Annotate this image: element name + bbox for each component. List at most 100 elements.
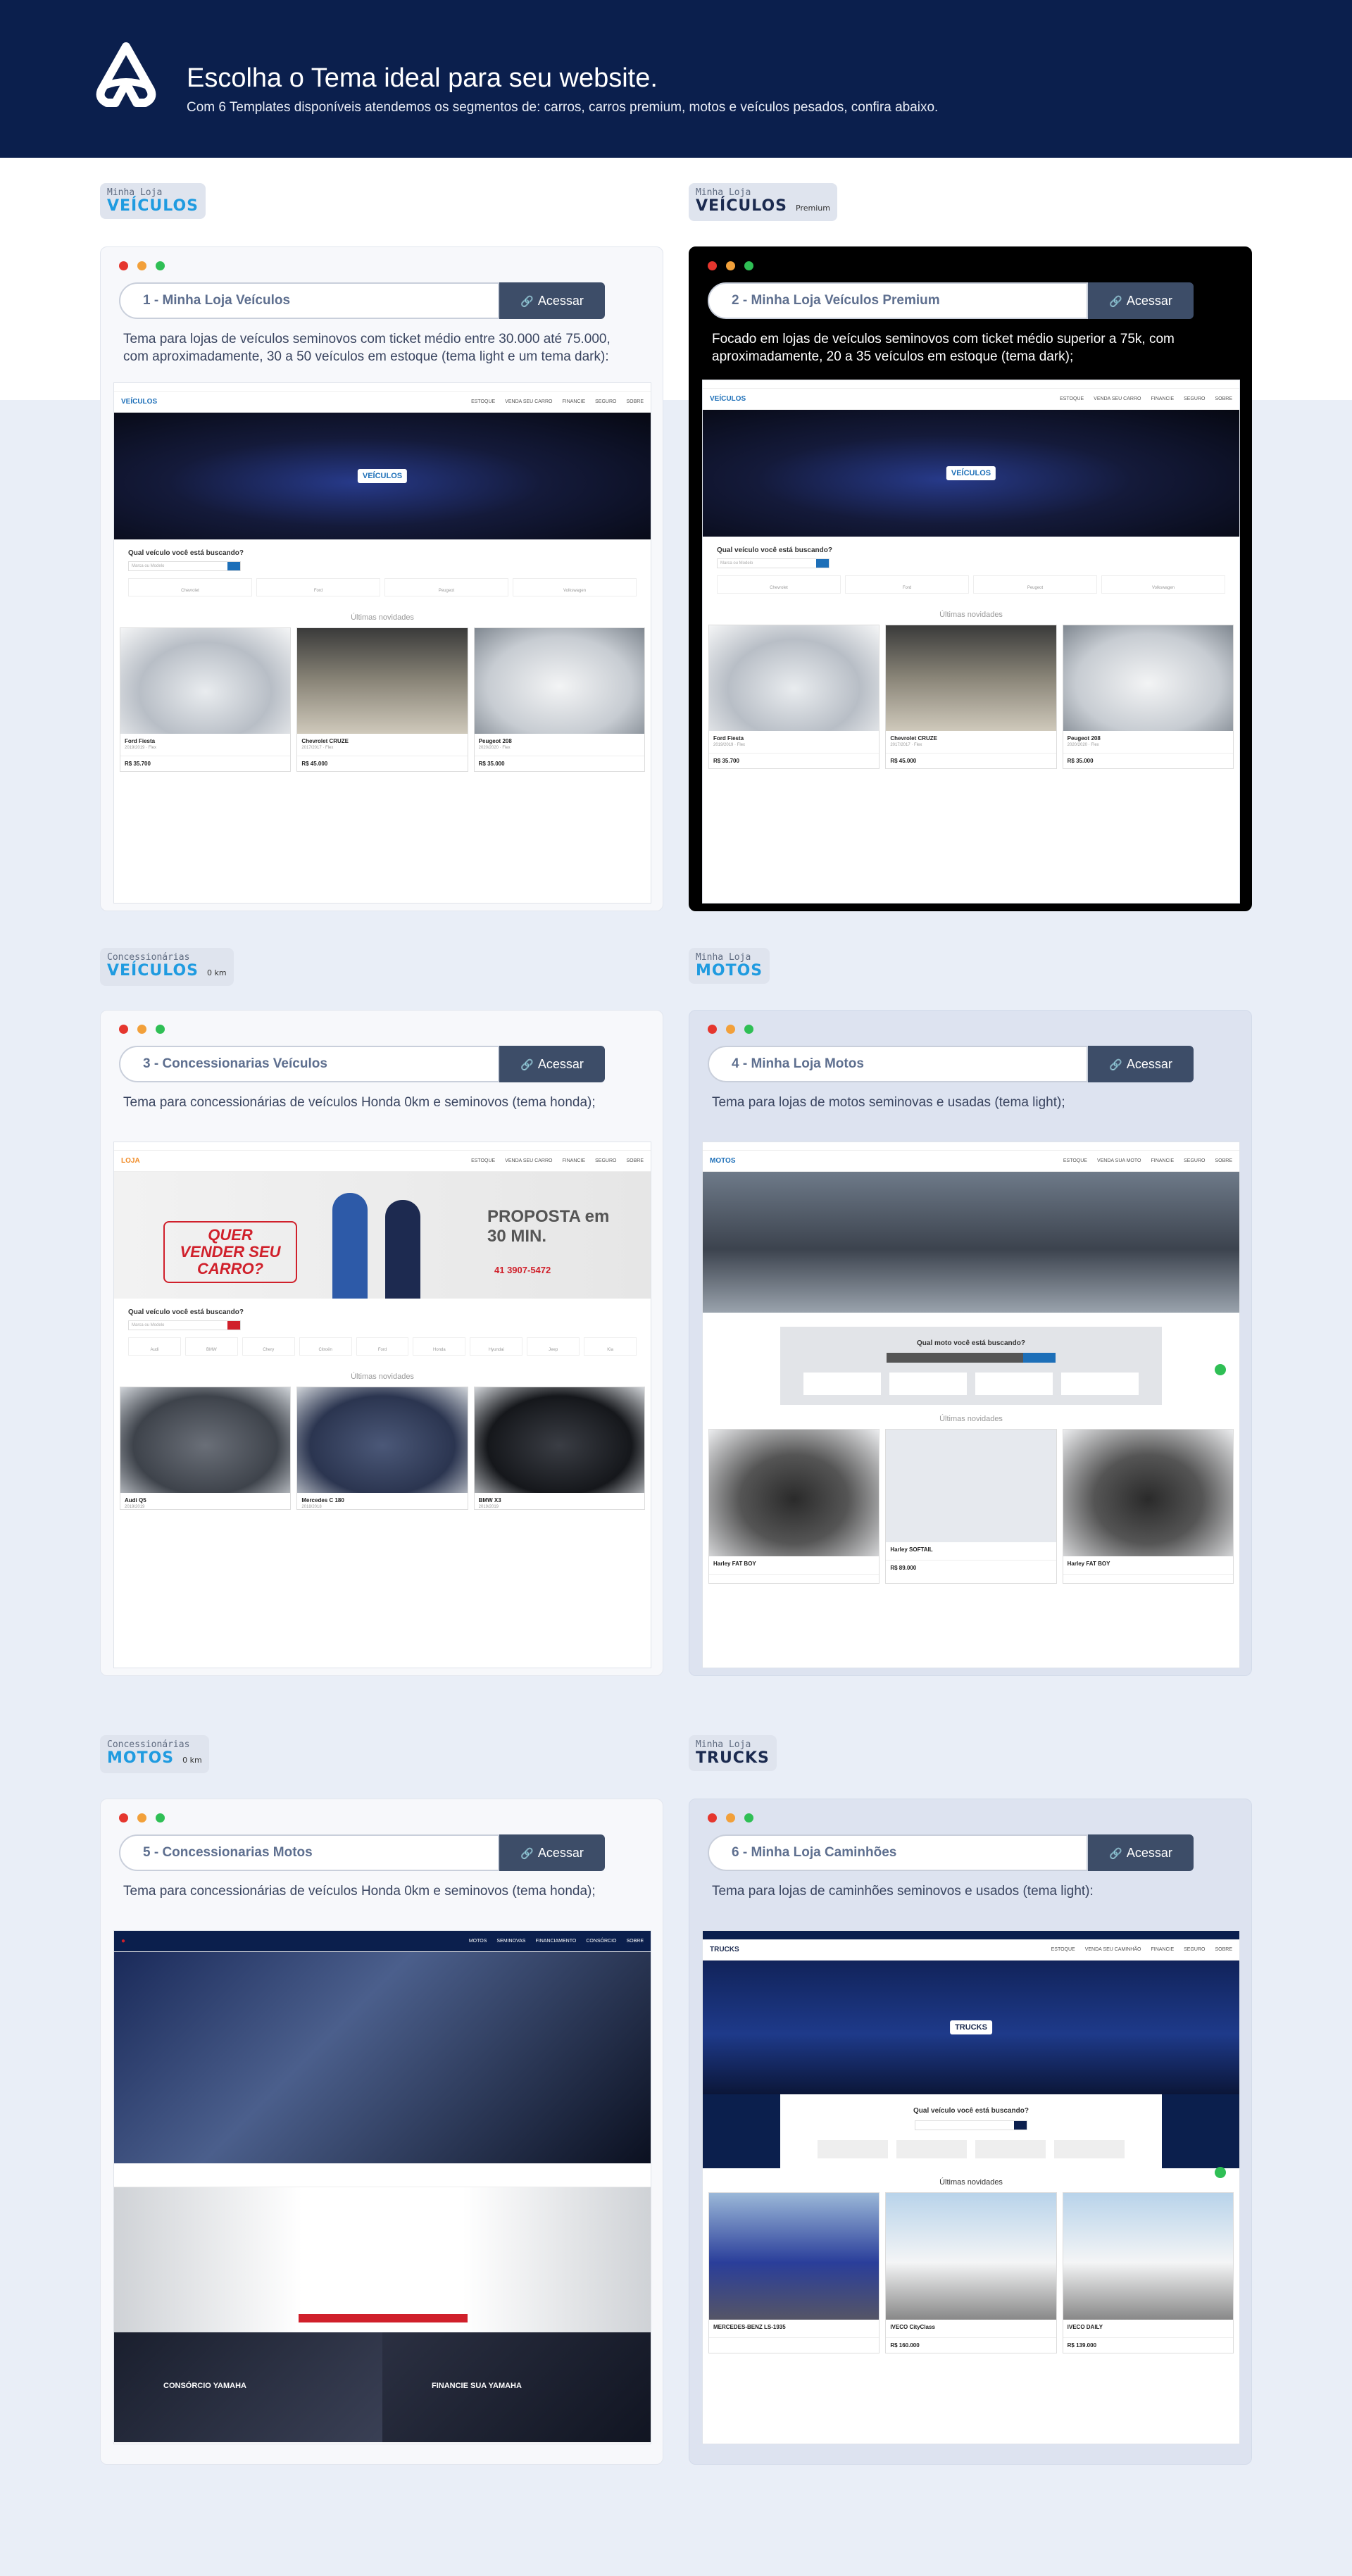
tag-big: VEÍCULOS — [696, 197, 788, 215]
preview-product: Chevrolet CRUZE 2017/2017 · Flex R$ 45.000 — [885, 625, 1057, 769]
preview-product: Chevrolet CRUZE 2017/2017 · Flex R$ 45.000 — [296, 627, 468, 772]
preview-section-title: Últimas novidades — [351, 613, 414, 622]
preview-logo: VEÍCULOS — [710, 395, 746, 403]
template-preview[interactable]: MOTOS ESTOQUE VENDA SUA MOTO FINANCIE SEGURO… — [702, 1142, 1240, 1668]
preview-section-title: Últimas novidades — [939, 2178, 1003, 2187]
window-dots — [708, 1813, 753, 1822]
access-button[interactable]: 🔗 Acessar — [1088, 1046, 1194, 1082]
template-tag-3: Concessionárias VEÍCULOS 0 km — [100, 948, 234, 986]
access-button[interactable]: 🔗 Acessar — [1088, 282, 1194, 319]
whatsapp-icon[interactable] — [1215, 1364, 1226, 1375]
template-description: Tema para lojas de motos seminovas e usa… — [712, 1095, 1065, 1110]
access-button[interactable]: 🔗 Acessar — [1088, 1834, 1194, 1871]
window-dots — [119, 261, 165, 270]
tag-big: VEÍCULOS — [107, 962, 199, 980]
template-name-field: 1 - Minha Loja Veículos — [119, 282, 499, 319]
preview-logo: TRUCKS — [710, 1946, 739, 1953]
link-icon: 🔗 — [1109, 296, 1122, 308]
page-title: Escolha o Tema ideal para seu website. — [187, 63, 658, 93]
access-label: Acessar — [1126, 1846, 1172, 1860]
window-dots — [708, 1025, 753, 1034]
template-tag-6: Minha Loja TRUCKS — [689, 1735, 777, 1771]
link-icon: 🔗 — [520, 1059, 534, 1071]
tag-big: MOTOS — [107, 1749, 175, 1767]
page-subtitle: Com 6 Templates disponíveis atendemos os… — [187, 100, 939, 115]
preview-logo: LOJA — [121, 1157, 140, 1165]
access-label: Acessar — [537, 294, 584, 308]
link-icon: 🔗 — [1109, 1059, 1122, 1071]
banner-sell-car: QUER VENDER SEU CARRO? — [163, 1221, 297, 1283]
preview-search-question: Qual veículo você está buscando? — [128, 549, 244, 557]
promo-consorcio: CONSÓRCIO YAMAHA — [114, 2332, 382, 2442]
preview-product: Peugeot 208 2020/2020 · Flex R$ 35.000 — [1062, 625, 1234, 769]
tag-big: MOTOS — [696, 962, 763, 980]
preview-product: MERCEDES-BENZ LS-1935 — [708, 2192, 880, 2353]
template-preview[interactable]: LOJA ESTOQUE VENDA SEU CARRO FINANCIE SEGURO… — [113, 1142, 651, 1668]
preview-product: Harley FAT BOY — [1062, 1429, 1234, 1584]
link-icon: 🔗 — [520, 296, 534, 308]
template-card-6: 6 - Minha Loja Caminhões 🔗 Acessar Tema p… — [689, 1799, 1252, 2465]
preview-product: BMW X3 2019/2019 — [473, 1387, 645, 1510]
template-name-field: 3 - Concessionarias Veículos — [119, 1046, 499, 1082]
preview-product: Harley SOFTAIL R$ 89.000 — [885, 1429, 1057, 1584]
preview-product: IVECO DAILY R$ 139.000 — [1062, 2192, 1234, 2353]
preview-product: IVECO CityClass R$ 160.000 — [885, 2192, 1057, 2353]
banner-phone: 41 3907-5472 — [494, 1265, 551, 1275]
template-description: Tema para concessionárias de veículos Ho… — [123, 1884, 596, 1899]
preview-search-question: Qual veículo você está buscando? — [913, 2107, 1029, 2115]
tag-small: Concessionárias — [107, 952, 190, 963]
tag-small: Minha Loja — [107, 187, 163, 198]
template-name-field: 5 - Concessionarias Motos — [119, 1834, 499, 1871]
template-preview[interactable]: VEÍCULOS ESTOQUE VENDA SEU CARRO FINANCIE SE… — [113, 382, 651, 904]
preview-section-title: Últimas novidades — [351, 1373, 414, 1381]
template-card-3: 3 - Concessionarias Veículos 🔗 Acessar Te… — [100, 1010, 663, 1676]
template-name-field: 6 - Minha Loja Caminhões — [708, 1834, 1088, 1871]
promo-financie: FINANCIE SUA YAMAHA — [382, 2332, 651, 2442]
template-preview[interactable]: ● MOTOS SEMINOVAS FINANCIAMENTO CONSÓRCIO SOB… — [113, 1930, 651, 2444]
tag-big: TRUCKS — [696, 1749, 770, 1767]
tag-small: Concessionárias — [107, 1739, 190, 1750]
template-description: Tema para lojas de caminhões seminovos e… — [712, 1884, 1094, 1899]
tag-extra: 0 km — [182, 1756, 202, 1765]
template-description: Focado em lojas de veículos seminovos co… — [712, 332, 1175, 364]
access-label: Acessar — [1126, 294, 1172, 308]
preview-section-title: Últimas novidades — [939, 611, 1003, 619]
access-label: Acessar — [537, 1846, 584, 1860]
template-preview[interactable]: VEÍCULOS ESTOQUE VENDA SEU CARRO FINANCIE SE… — [702, 380, 1240, 904]
preview-logo: MOTOS — [710, 1157, 736, 1165]
whatsapp-icon[interactable] — [1215, 2167, 1226, 2178]
template-card-1: 1 - Minha Loja Veículos 🔗 Acessar Tema pa… — [100, 246, 663, 911]
banner-proposal: PROPOSTA em 30 MIN. — [487, 1207, 610, 1246]
template-description: Tema para concessionárias de veículos Ho… — [123, 1095, 596, 1110]
preview-section-title: Últimas novidades — [939, 1415, 1003, 1423]
access-button[interactable]: 🔗 Acessar — [499, 1834, 605, 1871]
page-header: Escolha o Tema ideal para seu website. C… — [0, 0, 1352, 158]
preview-search-question: Qual veículo você está buscando? — [128, 1308, 244, 1316]
access-label: Acessar — [1126, 1057, 1172, 1071]
template-preview[interactable]: TRUCKS ESTOQUE VENDA SEU CAMINHÃO FINANCIE S… — [702, 1930, 1240, 2444]
tag-small: Minha Loja — [696, 1739, 751, 1750]
preview-search-question: Qual moto você está buscando? — [917, 1339, 1025, 1347]
template-card-2: 2 - Minha Loja Veículos Premium 🔗 Acessar… — [689, 246, 1252, 911]
template-description: Tema para lojas de veículos seminovos co… — [123, 332, 611, 364]
tag-small: Minha Loja — [696, 952, 751, 963]
template-tag-1: Minha Loja VEÍCULOS — [100, 183, 206, 219]
template-name-field: 2 - Minha Loja Veículos Premium — [708, 282, 1088, 319]
hero-badge: VEÍCULOS — [946, 466, 996, 480]
brand-logo-icon — [96, 42, 156, 107]
tag-extra: 0 km — [207, 968, 227, 977]
tag-big: VEÍCULOS — [107, 197, 199, 215]
preview-product: Peugeot 208 2020/2020 · Flex R$ 35.000 — [473, 627, 645, 772]
access-button[interactable]: 🔗 Acessar — [499, 1046, 605, 1082]
preview-product: Ford Fiesta 2019/2019 · Flex R$ 35.700 — [708, 625, 880, 769]
template-card-5: 5 - Concessionarias Motos 🔗 Acessar Tema … — [100, 1799, 663, 2465]
hero-badge: TRUCKS — [950, 2020, 992, 2034]
window-dots — [708, 261, 753, 270]
template-name-field: 4 - Minha Loja Motos — [708, 1046, 1088, 1082]
tag-small: Minha Loja — [696, 187, 751, 198]
access-button[interactable]: 🔗 Acessar — [499, 282, 605, 319]
template-tag-4: Minha Loja MOTOS — [689, 948, 770, 984]
template-tag-5: Concessionárias MOTOS 0 km — [100, 1735, 209, 1773]
hero-badge: VEÍCULOS — [357, 469, 408, 483]
preview-logo: VEÍCULOS — [121, 398, 158, 406]
